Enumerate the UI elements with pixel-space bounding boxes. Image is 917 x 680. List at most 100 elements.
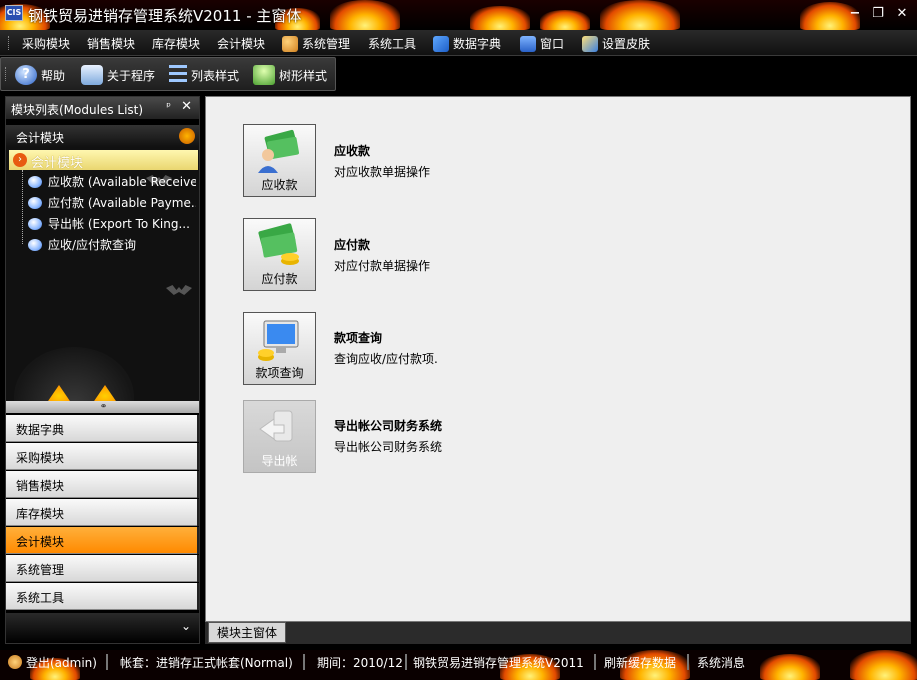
system-messages-button[interactable]: 系统消息 (697, 654, 745, 671)
tab-main-window[interactable]: 模块主窗体 (208, 622, 286, 643)
payable-description: 对应付款单据操作 (334, 259, 431, 273)
flame-decoration (470, 6, 530, 30)
minimize-button[interactable]: − (845, 6, 865, 22)
menu-window[interactable]: 窗口 (520, 35, 564, 52)
menu-label: 会计模块 (217, 37, 266, 51)
chevron-down-icon[interactable]: ⌄ (6, 613, 199, 643)
query-icon (254, 317, 304, 363)
pumpkin-icon (179, 128, 195, 144)
nav-system-tools[interactable]: 系统工具 (6, 583, 199, 610)
export-tile-label: 导出帐 (261, 454, 298, 468)
menu-label: 系统工具 (368, 37, 417, 51)
nav-purchase[interactable]: 采购模块 (6, 443, 199, 470)
network-icon (433, 35, 449, 52)
account-set-status: 帐套：进销存正式帐套(Normal) (120, 656, 293, 670)
tree-root-accounting[interactable]: › 会计模块 (9, 150, 198, 171)
nav-system-admin[interactable]: 系统管理 (6, 555, 199, 582)
menu-sales[interactable]: 销售模块 (87, 35, 135, 52)
tree-item-receivable[interactable]: 应收款 (Available Receive) (48, 173, 196, 193)
logout-label: 登出(admin) (26, 656, 97, 670)
period-status: 期间：2010/12 (317, 656, 403, 670)
menu-data-dictionary[interactable]: 数据字典 (433, 35, 501, 52)
query-title: 款项查询 (334, 331, 383, 345)
menu-system-tools[interactable]: 系统工具 (368, 35, 416, 52)
list-style-button[interactable]: 列表样式 (169, 65, 239, 85)
nav-inventory[interactable]: 库存模块 (6, 499, 199, 526)
users-icon (282, 35, 298, 52)
flame-decoration (760, 654, 820, 680)
tree-group-title: 会计模块 (6, 125, 199, 147)
menu-system-admin[interactable]: 系统管理 (282, 35, 350, 52)
tree-item-query[interactable]: 应收/应付款查询 (48, 236, 196, 256)
close-button[interactable]: ✕ (892, 6, 912, 22)
receivable-button[interactable]: 应收款 (243, 124, 316, 197)
payable-button[interactable]: 应付款 (243, 218, 316, 291)
about-button[interactable]: 关于程序 (81, 65, 155, 85)
receivable-tile-label: 应收款 (261, 178, 298, 192)
module-icon (28, 218, 42, 230)
tree-item-payable[interactable]: 应付款 (Available Payme... (48, 194, 196, 214)
menu-accounting[interactable]: 会计模块 (217, 35, 265, 52)
status-separator (303, 654, 305, 670)
window-icon (520, 35, 536, 52)
status-separator (405, 654, 407, 670)
pumpkin-decoration (14, 347, 134, 401)
receivable-icon (254, 129, 304, 175)
list-style-icon (169, 65, 187, 85)
toolbar-label: 关于程序 (107, 68, 156, 83)
document-tab-bar: 模块主窗体 (205, 622, 911, 644)
module-icon (28, 176, 42, 188)
module-icon (28, 239, 42, 251)
expand-icon[interactable]: › (13, 153, 27, 167)
window-title: 钢铁贸易进销存管理系统V2011 - 主窗体 (28, 7, 302, 25)
panel-splitter[interactable]: ⚭ (6, 401, 199, 413)
payable-title: 应付款 (334, 238, 371, 252)
export-title: 导出帐公司财务系统 (334, 419, 443, 433)
status-bar: 登出(admin) 帐套：进销存正式帐套(Normal) 期间：2010/12 … (0, 650, 917, 680)
pin-icon[interactable]: ᵖ (166, 100, 171, 113)
logout-button[interactable]: 登出(admin) (8, 654, 97, 671)
menu-label: 采购模块 (22, 37, 71, 51)
flame-decoration (330, 0, 400, 30)
panel-close-button[interactable]: ✕ (181, 99, 192, 114)
help-button[interactable]: ? 帮助 (15, 65, 65, 85)
tree-style-button[interactable]: 树形样式 (253, 65, 327, 85)
nav-sales[interactable]: 销售模块 (6, 471, 199, 498)
export-icon (254, 405, 304, 451)
menu-label: 设置皮肤 (602, 37, 651, 51)
query-button[interactable]: 款项查询 (243, 312, 316, 385)
menu-label: 系统管理 (302, 37, 351, 51)
flame-decoration (850, 650, 917, 680)
menu-label: 销售模块 (87, 37, 136, 51)
menu-inventory[interactable]: 库存模块 (152, 35, 200, 52)
menu-purchase[interactable]: 采购模块 (22, 35, 70, 52)
menu-set-skin[interactable]: 设置皮肤 (582, 35, 650, 52)
nav-data-dictionary[interactable]: 数据字典 (6, 415, 199, 442)
query-tile-label: 款项查询 (255, 366, 304, 380)
status-separator (687, 654, 689, 670)
skin-icon (582, 35, 598, 52)
export-button[interactable]: 导出帐 (243, 400, 316, 473)
status-separator (106, 654, 108, 670)
query-description: 查询应收/应付款项. (334, 352, 438, 366)
user-icon (8, 655, 22, 669)
help-icon: ? (15, 65, 37, 85)
modules-panel: 模块列表(Modules List) ᵖ ✕ 会计模块 › 会计模块 应收款 (… (5, 96, 200, 644)
flame-decoration (600, 0, 680, 30)
toolbar-label: 树形样式 (279, 68, 328, 83)
menu-label: 库存模块 (152, 37, 201, 51)
about-icon (81, 65, 103, 85)
tree-connector (22, 170, 23, 244)
module-icon (28, 197, 42, 209)
nav-accounting[interactable]: 会计模块 (6, 527, 199, 554)
receivable-title: 应收款 (334, 144, 371, 158)
toolbar-label: 帮助 (41, 68, 66, 83)
toolbar-grip[interactable] (5, 67, 8, 81)
status-separator (594, 654, 596, 670)
tree-item-export[interactable]: 导出帐 (Export To King... (48, 215, 196, 235)
pumpkin-eye (90, 385, 120, 401)
system-name-status: 钢铁贸易进销存管理系统V2011 (413, 656, 584, 670)
refresh-cache-button[interactable]: 刷新缓存数据 (604, 654, 676, 671)
restore-button[interactable]: ❐ (868, 6, 888, 22)
menu-grip[interactable] (8, 36, 11, 50)
